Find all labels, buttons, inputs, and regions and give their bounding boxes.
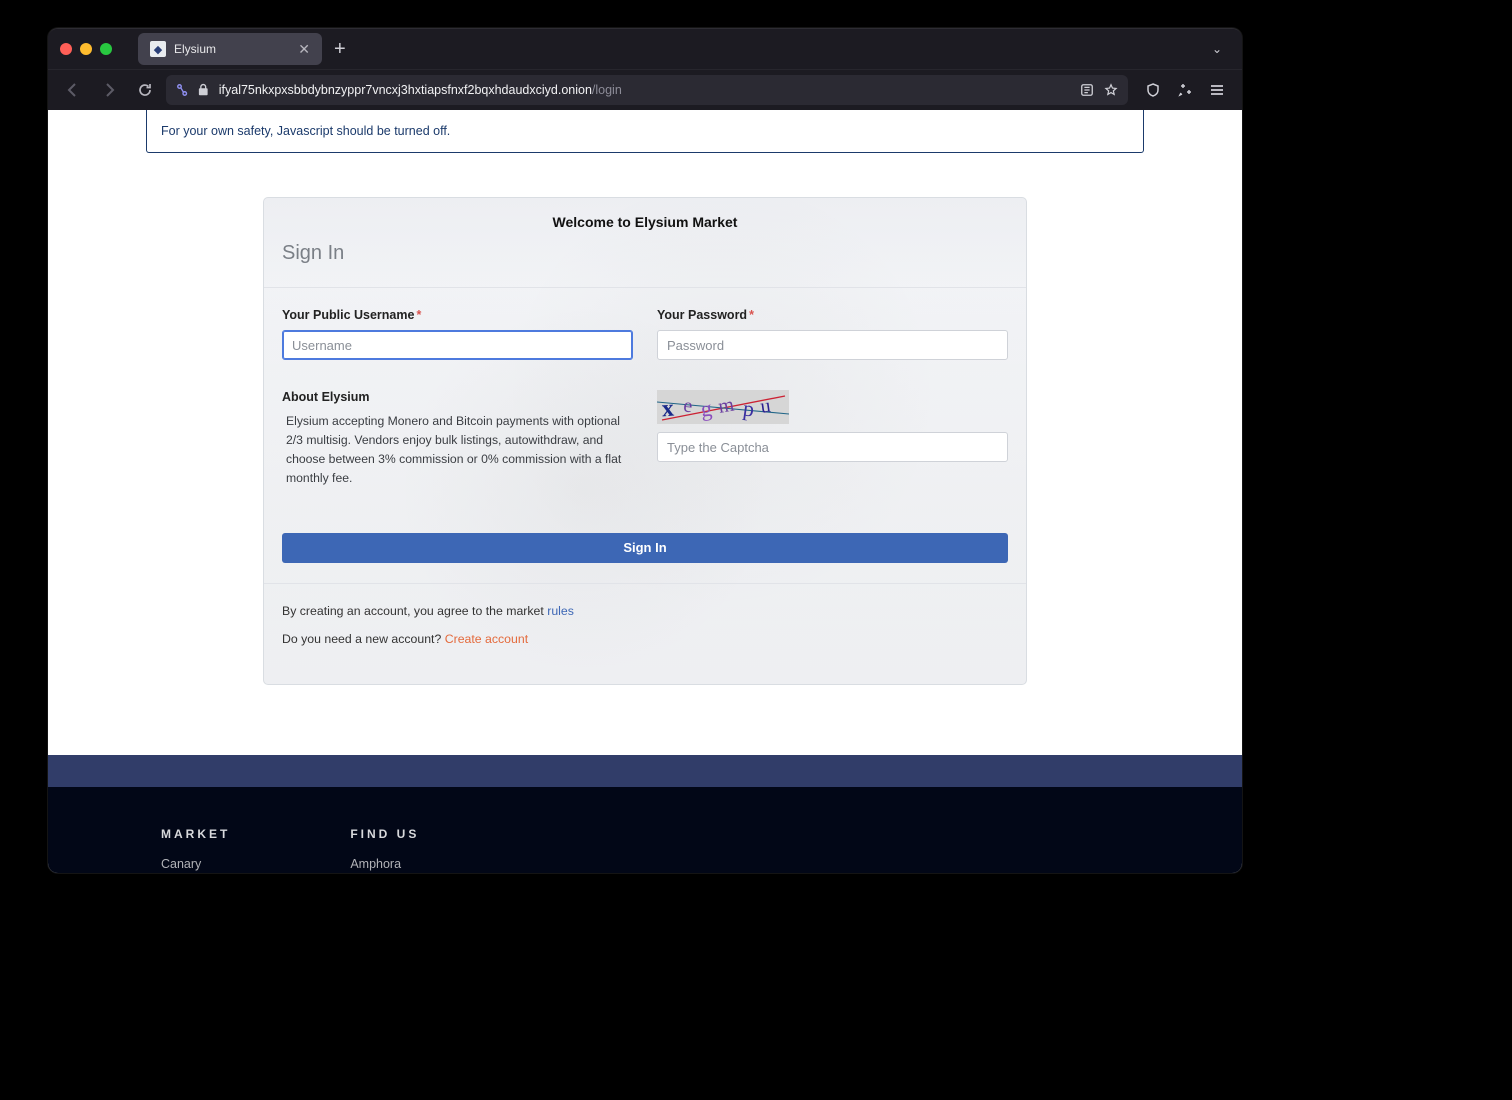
sparkle-icon[interactable] — [1170, 75, 1200, 105]
footer-find-heading: FIND US — [350, 827, 424, 841]
traffic-lights — [60, 43, 112, 55]
toolbar-right — [1138, 75, 1232, 105]
reload-button[interactable] — [130, 75, 160, 105]
password-input[interactable] — [657, 330, 1008, 360]
username-label: Your Public Username* — [282, 308, 633, 322]
svg-text:m: m — [716, 393, 736, 417]
menu-button[interactable] — [1202, 75, 1232, 105]
svg-text:p: p — [742, 395, 756, 421]
need-account-text: Do you need a new account? Create accoun… — [282, 632, 1008, 646]
onion-lock-icon[interactable] — [198, 82, 209, 98]
footer-strip — [48, 755, 1242, 787]
tabs-dropdown-icon[interactable]: ⌄ — [1204, 42, 1230, 56]
about-heading: About Elysium — [282, 390, 633, 404]
captcha-input[interactable] — [657, 432, 1008, 462]
tab-bar: ◆ Elysium ✕ + ⌄ — [48, 29, 1242, 70]
site-footer: MARKET Canary Forum Mirrors PGP Related … — [48, 787, 1242, 873]
about-text: Elysium accepting Monero and Bitcoin pay… — [282, 412, 633, 488]
password-label: Your Password* — [657, 308, 1008, 322]
urlbar-actions — [1080, 82, 1118, 98]
zoom-window-button[interactable] — [100, 43, 112, 55]
url-text: ifyal75nkxpxsbbdybnzyppr7vncxj3hxtiapsfn… — [219, 83, 622, 97]
nav-bar: ifyal75nkxpxsbbdybnzyppr7vncxj3hxtiapsfn… — [48, 70, 1242, 110]
js-warning-banner: For your own safety, Javascript should b… — [146, 110, 1144, 153]
card-welcome: Welcome to Elysium Market — [264, 198, 1026, 242]
browser-window: ◆ Elysium ✕ + ⌄ i — [48, 28, 1242, 873]
reader-mode-icon[interactable] — [1080, 82, 1094, 98]
right-column: Your Password* x e g m p — [657, 308, 1008, 488]
footer-market-col: MARKET Canary Forum Mirrors PGP Related — [161, 827, 230, 873]
signin-button[interactable]: Sign In — [282, 533, 1008, 563]
new-tab-button[interactable]: + — [334, 39, 346, 59]
login-card: Welcome to Elysium Market Sign In Your P… — [263, 197, 1027, 685]
urlbar-icons — [176, 82, 209, 98]
close-window-button[interactable] — [60, 43, 72, 55]
svg-text:x: x — [661, 396, 675, 423]
js-warning-text: For your own safety, Javascript should b… — [161, 124, 450, 138]
card-footer: By creating an account, you agree to the… — [264, 583, 1026, 684]
footer-link[interactable]: Canary — [161, 857, 230, 871]
username-input[interactable] — [282, 330, 633, 360]
browser-tab[interactable]: ◆ Elysium ✕ — [138, 33, 322, 65]
footer-market-heading: MARKET — [161, 827, 230, 841]
tab-title: Elysium — [174, 42, 290, 56]
svg-text:g: g — [700, 396, 714, 422]
shield-icon[interactable] — [1138, 75, 1168, 105]
tab-favicon: ◆ — [150, 41, 166, 57]
back-button[interactable] — [58, 75, 88, 105]
footer-find-col: FIND US Amphora Dark Eye Dark Net Eye Dr… — [350, 827, 424, 873]
url-bar[interactable]: ifyal75nkxpxsbbdybnzyppr7vncxj3hxtiapsfn… — [166, 75, 1128, 105]
tor-circuit-icon[interactable] — [176, 82, 188, 98]
svg-text:u: u — [759, 395, 772, 418]
signin-heading: Sign In — [264, 242, 1026, 288]
bookmark-icon[interactable] — [1104, 82, 1118, 98]
left-column: Your Public Username* About Elysium Elys… — [282, 308, 633, 488]
create-account-link[interactable]: Create account — [445, 632, 528, 646]
captcha-image: x e g m p u — [657, 390, 789, 424]
minimize-window-button[interactable] — [80, 43, 92, 55]
tab-close-icon[interactable]: ✕ — [298, 42, 310, 56]
agree-text: By creating an account, you agree to the… — [282, 604, 1008, 618]
viewport: For your own safety, Javascript should b… — [48, 110, 1242, 873]
rules-link[interactable]: rules — [547, 604, 574, 618]
forward-button[interactable] — [94, 75, 124, 105]
page-scroll[interactable]: For your own safety, Javascript should b… — [48, 110, 1242, 873]
footer-link[interactable]: Amphora — [350, 857, 424, 871]
